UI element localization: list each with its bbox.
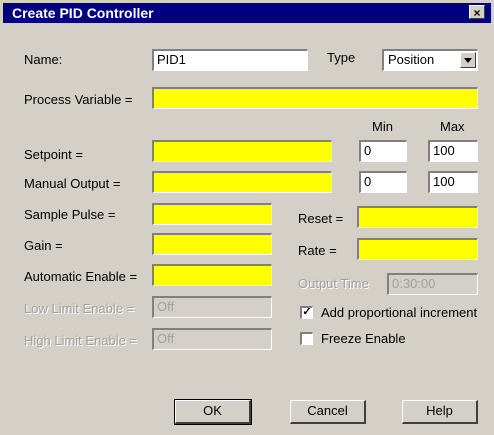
setpoint-max-input[interactable]: 100	[428, 140, 478, 162]
type-select-value: Position	[388, 52, 435, 67]
high-limit-enable-input: Off	[152, 328, 272, 350]
setpoint-min-input[interactable]: 0	[359, 140, 407, 162]
sample-pulse-input[interactable]	[152, 203, 272, 225]
help-button[interactable]: Help	[402, 400, 478, 424]
sample-pulse-label: Sample Pulse =	[24, 207, 116, 222]
ok-button[interactable]: OK	[174, 399, 252, 425]
automatic-enable-input[interactable]	[152, 264, 272, 286]
add-proportional-checkbox[interactable]: ✓	[300, 306, 313, 319]
name-label: Name:	[24, 52, 63, 67]
create-pid-dialog: Create PID Controller × Name: PID1 Type …	[0, 0, 494, 435]
automatic-enable-label: Automatic Enable =	[24, 269, 138, 284]
min-column-header: Min	[372, 119, 393, 134]
low-limit-enable-label: Low Limit Enable =	[24, 301, 135, 316]
chevron-down-icon[interactable]	[460, 52, 476, 68]
process-variable-input[interactable]	[152, 87, 478, 109]
rate-label: Rate =	[298, 243, 337, 258]
setpoint-input[interactable]	[152, 140, 332, 162]
freeze-enable-label: Freeze Enable	[321, 331, 406, 346]
output-time-input: 0:30:00	[387, 273, 478, 295]
manual-output-label: Manual Output =	[24, 176, 121, 191]
reset-input[interactable]	[357, 206, 478, 228]
output-time-label: Output Time	[298, 276, 369, 291]
close-icon[interactable]: ×	[469, 5, 485, 20]
freeze-enable-checkbox[interactable]	[300, 332, 313, 345]
gain-input[interactable]	[152, 233, 272, 255]
add-proportional-label: Add proportional increment	[321, 305, 478, 320]
type-select[interactable]: Position	[382, 49, 478, 71]
gain-label: Gain =	[24, 238, 63, 253]
high-limit-enable-label: High Limit Enable =	[24, 333, 138, 348]
cancel-button[interactable]: Cancel	[290, 400, 366, 424]
type-label: Type	[327, 50, 356, 65]
max-column-header: Max	[440, 119, 465, 134]
manual-output-max-input[interactable]: 100	[428, 171, 478, 193]
manual-output-input[interactable]	[152, 171, 332, 193]
title-bar[interactable]: Create PID Controller ×	[3, 3, 491, 23]
manual-output-min-input[interactable]: 0	[359, 171, 407, 193]
dialog-title: Create PID Controller	[12, 5, 154, 21]
reset-label: Reset =	[298, 211, 344, 226]
process-variable-label: Process Variable =	[24, 92, 133, 107]
low-limit-enable-input: Off	[152, 296, 272, 318]
setpoint-label: Setpoint =	[24, 147, 83, 162]
rate-input[interactable]	[357, 238, 478, 260]
name-input[interactable]: PID1	[152, 49, 308, 71]
